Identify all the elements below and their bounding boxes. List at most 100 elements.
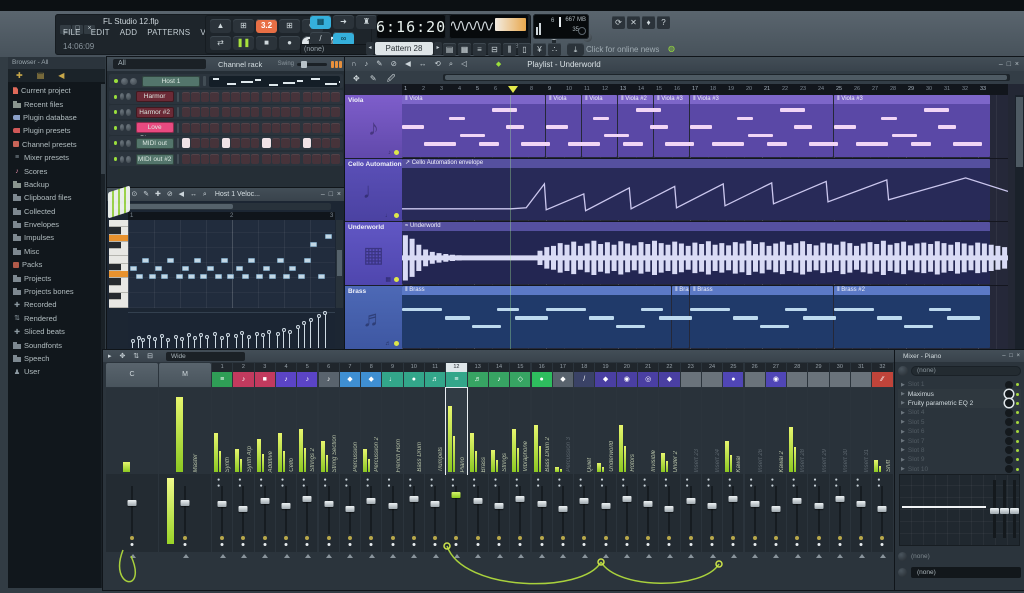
velocity-stem[interactable] xyxy=(242,334,243,348)
channel-row-harmor-2[interactable]: Harmor #2 xyxy=(109,105,343,119)
step-14[interactable] xyxy=(312,123,321,133)
route-dot[interactable] xyxy=(668,543,671,546)
step-7[interactable] xyxy=(241,92,250,102)
fader-handle[interactable] xyxy=(495,503,504,509)
mixer-strip-27[interactable]: 27◉Kawai 2● ● xyxy=(766,362,787,590)
velocity-stem[interactable] xyxy=(256,335,257,348)
slot-mix-knob[interactable] xyxy=(1005,456,1013,464)
browser-item-envelopes[interactable]: Envelopes xyxy=(8,218,101,231)
piano-key[interactable] xyxy=(109,249,128,256)
midi-note[interactable] xyxy=(256,274,263,279)
channel-pan-knob[interactable] xyxy=(120,140,125,147)
mixer-strip-15[interactable]: 15◇Vibraphone● ● xyxy=(510,362,531,590)
step-9[interactable] xyxy=(262,138,271,148)
mixer-strip-12[interactable]: 12≡Piano● ● xyxy=(446,362,467,590)
swing-control[interactable]: Swing xyxy=(278,61,327,67)
fader-handle[interactable] xyxy=(558,506,567,512)
step-7[interactable] xyxy=(241,107,250,117)
piano-key[interactable] xyxy=(109,286,128,293)
step-2[interactable] xyxy=(191,138,200,148)
velocity-stem[interactable] xyxy=(269,333,270,348)
strip-arrow[interactable] xyxy=(624,554,630,558)
step-3[interactable] xyxy=(201,107,210,117)
mixer-strip-14[interactable]: 14♪Strings● ● xyxy=(489,362,510,590)
browser-item-current-project[interactable]: Current project xyxy=(8,84,101,97)
step-2[interactable] xyxy=(191,107,200,117)
arm-dot[interactable] xyxy=(412,536,416,540)
fader-track[interactable] xyxy=(647,486,649,534)
arm-dot[interactable] xyxy=(305,536,309,540)
strip-arrow[interactable] xyxy=(859,554,865,558)
velocity-stem[interactable] xyxy=(263,336,264,348)
channel-volume-knob[interactable] xyxy=(126,93,131,100)
step-10[interactable] xyxy=(272,92,281,102)
mixer-strip-31[interactable]: 31Insert 31● ● xyxy=(851,362,872,590)
fader-track[interactable] xyxy=(392,486,394,534)
strip-arrow[interactable] xyxy=(582,554,588,558)
step-9[interactable] xyxy=(262,107,271,117)
step-14[interactable] xyxy=(312,154,321,164)
strip-arrow[interactable] xyxy=(454,554,460,558)
fader-track[interactable] xyxy=(754,486,756,534)
strip-color-tab[interactable]: ◆ xyxy=(361,372,381,387)
strip-color-tab[interactable] xyxy=(851,372,871,387)
route-dot[interactable] xyxy=(860,543,863,546)
arm-dot[interactable] xyxy=(241,536,245,540)
step-5[interactable] xyxy=(222,107,231,117)
fader-track[interactable] xyxy=(562,486,564,534)
route-dot[interactable] xyxy=(561,543,564,546)
step-3[interactable] xyxy=(201,154,210,164)
midi-note[interactable] xyxy=(318,274,325,279)
step-6[interactable] xyxy=(231,107,240,117)
track-lane-2[interactable]: ↗ Cello Automation envelope xyxy=(402,159,1008,223)
strip-arrow[interactable] xyxy=(326,554,332,558)
midi-note[interactable] xyxy=(149,274,156,279)
metronome-icon[interactable]: ▲ xyxy=(210,19,231,33)
audio-waveform[interactable] xyxy=(402,222,1008,286)
fader-handle[interactable] xyxy=(367,498,376,504)
strip-arrow[interactable] xyxy=(284,554,290,558)
fader-track[interactable] xyxy=(583,486,585,534)
preset-picker[interactable]: (none) xyxy=(300,44,370,55)
fader-track[interactable] xyxy=(498,486,500,534)
plugin-slot-10[interactable]: ▶Slot 10 xyxy=(898,465,1021,474)
velocity-stem[interactable] xyxy=(194,339,195,348)
step-10[interactable] xyxy=(272,154,281,164)
step-3[interactable] xyxy=(201,138,210,148)
fader-track[interactable] xyxy=(221,486,223,534)
mixer-strip-21[interactable]: 21◎Invisible● ● xyxy=(638,362,659,590)
output-slot-label[interactable]: (none) xyxy=(911,567,1021,578)
piano-key[interactable] xyxy=(109,293,121,300)
slot-mix-knob[interactable] xyxy=(1005,428,1013,436)
strip-arrow[interactable] xyxy=(130,554,136,558)
track-mute-dot[interactable] xyxy=(394,277,399,282)
mixer-strip-18[interactable]: 18/Quiet● ● xyxy=(574,362,595,590)
step-14[interactable] xyxy=(312,92,321,102)
mixer-strip-13[interactable]: 13♬Brass● ● xyxy=(468,362,489,590)
browser-item-speech[interactable]: Speech xyxy=(8,352,101,365)
mixer-strip-10[interactable]: 10●Bass Drum● ● xyxy=(404,362,425,590)
browser-item-sliced-beats[interactable]: ✚Sliced beats xyxy=(8,325,101,338)
velocity-stem[interactable] xyxy=(138,339,139,348)
slot-mix-knob[interactable] xyxy=(1005,381,1013,389)
velocity-stem[interactable] xyxy=(155,340,156,348)
slot-enable-led[interactable] xyxy=(1016,458,1019,461)
fader-track[interactable] xyxy=(690,486,692,534)
channel-volume-knob[interactable] xyxy=(126,109,131,116)
channel-pan-knob[interactable] xyxy=(120,109,125,116)
track-header-brass[interactable]: Brass♬♬ xyxy=(345,286,402,350)
arm-dot[interactable] xyxy=(625,536,629,540)
mixer-strip-26[interactable]: 26Insert 26● ● xyxy=(745,362,766,590)
step-13[interactable] xyxy=(303,92,312,102)
mixer-strip-28[interactable]: 28Insert 28● ● xyxy=(787,362,808,590)
step-8[interactable] xyxy=(251,154,260,164)
strip-arrow[interactable] xyxy=(816,554,822,558)
step-12[interactable] xyxy=(291,154,300,164)
step-12[interactable] xyxy=(291,107,300,117)
route-dot[interactable] xyxy=(838,543,841,546)
channel-pan-knob[interactable] xyxy=(121,78,128,85)
step-12[interactable] xyxy=(291,92,300,102)
piano-roll-toggle[interactable]: ≡ xyxy=(473,43,486,56)
step-13[interactable] xyxy=(303,154,312,164)
browser-item-user[interactable]: ♟User xyxy=(8,365,101,378)
